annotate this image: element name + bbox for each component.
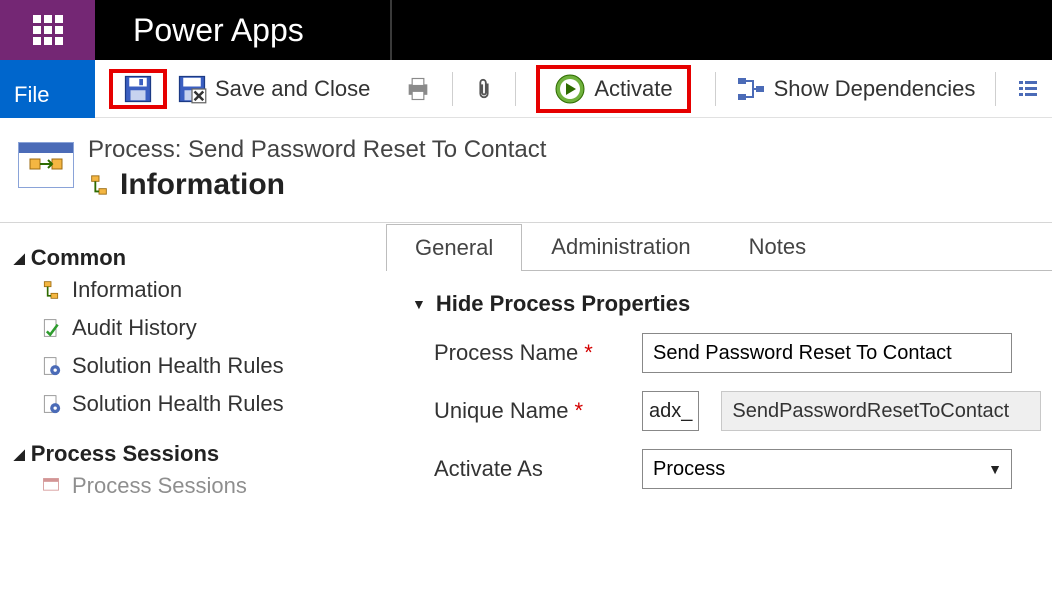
save-and-close-label: Save and Close	[215, 76, 370, 102]
left-nav: ◢ Common Information Audit History Solut…	[0, 222, 368, 507]
separator	[452, 72, 453, 106]
caret-down-icon: ◢	[14, 446, 25, 463]
nav-section-common[interactable]: ◢ Common	[14, 245, 368, 271]
main-content: General Administration Notes ▼ Hide Proc…	[368, 222, 1052, 507]
tab-strip: General Administration Notes	[386, 223, 1052, 271]
page-header: Process: Send Password Reset To Contact …	[0, 118, 1052, 202]
workflow-icon	[40, 279, 62, 301]
separator	[995, 72, 996, 106]
list-icon	[1016, 77, 1040, 101]
printer-icon	[404, 75, 432, 103]
nav-section-label: Process Sessions	[31, 441, 219, 467]
dependencies-icon	[736, 76, 766, 102]
sessions-icon	[40, 475, 62, 497]
select-activate-as[interactable]: Process	[642, 449, 1012, 489]
waffle-icon	[33, 15, 63, 45]
app-title: Power Apps	[95, 0, 390, 60]
nav-item-label: Process Sessions	[72, 473, 247, 499]
nav-item-label: Audit History	[72, 315, 197, 341]
separator	[715, 72, 716, 106]
topbar-divider	[390, 0, 392, 60]
breadcrumb: Process: Send Password Reset To Contact	[88, 136, 546, 164]
health-icon	[40, 393, 62, 415]
page-title: Information	[120, 168, 285, 202]
save-and-close-button[interactable]: Save and Close	[167, 69, 380, 109]
nav-item-information[interactable]: Information	[14, 271, 368, 309]
activate-icon	[554, 73, 586, 105]
label-unique-name: Unique Name*	[434, 398, 620, 424]
audit-icon	[40, 317, 62, 339]
nav-item-label: Solution Health Rules	[72, 391, 284, 417]
file-menu-button[interactable]: File	[0, 60, 95, 118]
unique-name-prefix: adx_	[642, 391, 699, 431]
app-launcher-button[interactable]	[0, 0, 95, 60]
paperclip-icon	[473, 75, 495, 103]
caret-down-icon: ◢	[14, 250, 25, 267]
show-dependencies-button[interactable]: Show Dependencies	[726, 69, 986, 109]
nav-item-label: Solution Health Rules	[72, 353, 284, 379]
input-process-name[interactable]	[642, 333, 1012, 373]
attach-button[interactable]	[463, 69, 505, 109]
nav-item-process-sessions[interactable]: Process Sessions	[14, 467, 368, 505]
health-icon	[40, 355, 62, 377]
nav-item-audit-history[interactable]: Audit History	[14, 309, 368, 347]
show-dependencies-label: Show Dependencies	[774, 76, 976, 102]
activate-label: Activate	[594, 76, 672, 102]
section-toggle-label: Hide Process Properties	[436, 291, 690, 317]
top-bar: Power Apps	[0, 0, 1052, 60]
tab-general[interactable]: General	[386, 224, 522, 271]
nav-item-solution-health-2[interactable]: Solution Health Rules	[14, 385, 368, 423]
print-button[interactable]	[394, 69, 442, 109]
tab-notes[interactable]: Notes	[720, 223, 835, 270]
label-activate-as: Activate As	[434, 456, 620, 482]
label-process-name: Process Name*	[434, 340, 620, 366]
process-entity-icon	[18, 142, 74, 188]
more-actions-button[interactable]	[1006, 69, 1050, 109]
nav-section-label: Common	[31, 245, 126, 271]
command-bar: File Save and Close	[0, 60, 1052, 118]
input-unique-name[interactable]: SendPasswordResetToContact	[721, 391, 1041, 431]
triangle-down-icon: ▼	[412, 296, 426, 312]
separator	[515, 72, 516, 106]
nav-section-process-sessions[interactable]: ◢ Process Sessions	[14, 441, 368, 467]
save-icon	[123, 74, 153, 104]
workflow-icon	[88, 174, 110, 196]
save-close-icon	[177, 74, 207, 104]
nav-item-label: Information	[72, 277, 182, 303]
section-toggle-process-properties[interactable]: ▼ Hide Process Properties	[412, 291, 1052, 317]
nav-item-solution-health-1[interactable]: Solution Health Rules	[14, 347, 368, 385]
save-button[interactable]	[109, 69, 167, 109]
form-process-properties: Process Name* Unique Name* adx_ SendPass…	[434, 333, 1052, 489]
tab-administration[interactable]: Administration	[522, 223, 719, 270]
activate-button[interactable]: Activate	[536, 65, 690, 113]
